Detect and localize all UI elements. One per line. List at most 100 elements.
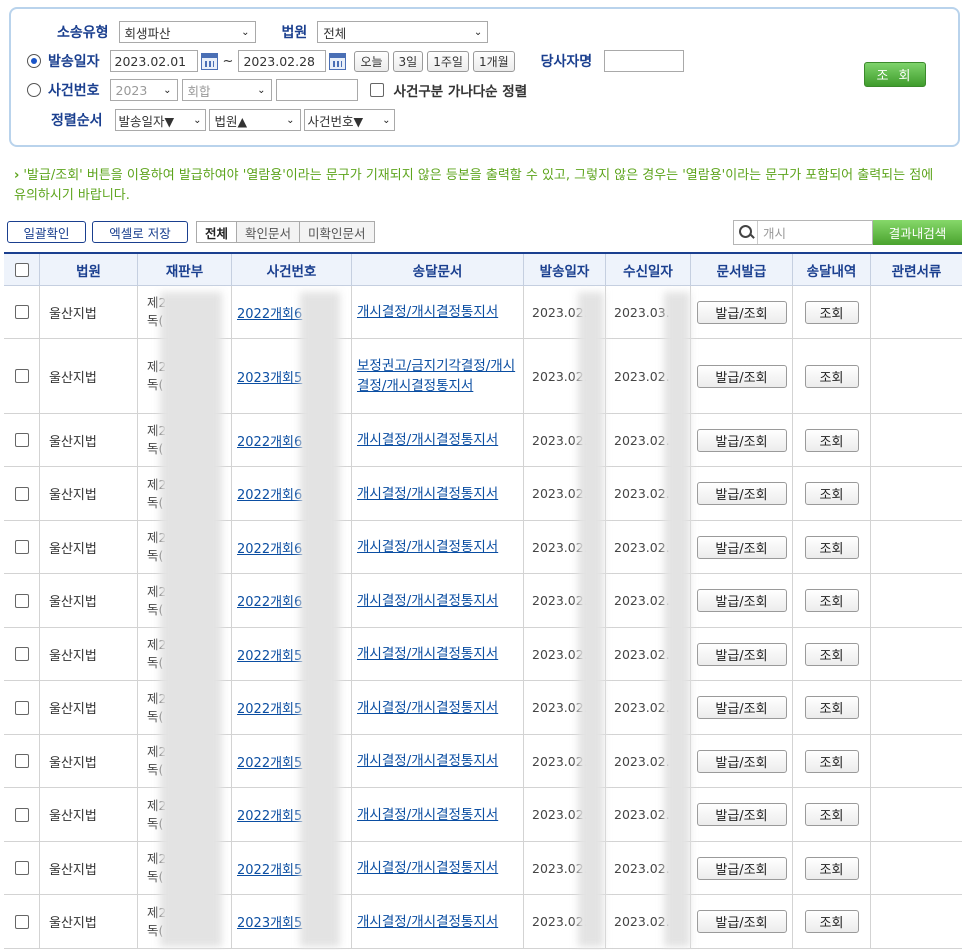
row-checkbox[interactable] <box>14 369 29 383</box>
case-number-link[interactable]: 2023개회5 <box>237 912 303 931</box>
document-link[interactable]: 개시결정/개시결정통지서 <box>357 912 498 932</box>
issue-view-button[interactable]: 발급/조회 <box>696 749 787 773</box>
document-link[interactable]: 개시결정/개시결정통지서 <box>357 537 498 557</box>
issue-view-button[interactable]: 발급/조회 <box>696 300 787 324</box>
document-link[interactable]: 보정권고/금지기각결정/개시결정/개시결정통지서 <box>357 356 523 396</box>
issue-view-button[interactable]: 발급/조회 <box>696 910 787 933</box>
calendar-icon[interactable] <box>329 52 347 70</box>
result-search-button[interactable]: 결과내검색 <box>873 220 962 245</box>
excel-save-button[interactable]: 엑셀로 저장 <box>92 221 188 243</box>
case-sort-checkbox[interactable] <box>369 83 384 97</box>
issue-view-button[interactable]: 발급/조회 <box>696 856 787 880</box>
case-number-link[interactable]: 2022개회5 <box>237 645 303 664</box>
row-checkbox[interactable] <box>14 593 29 608</box>
delivery-view-button[interactable]: 조회 <box>804 856 859 880</box>
issue-view-button[interactable]: 발급/조회 <box>696 696 787 719</box>
delivery-view-button[interactable]: 조회 <box>804 696 859 719</box>
delivery-view-button[interactable]: 조회 <box>804 589 859 612</box>
bulk-confirm-button[interactable]: 일괄확인 <box>7 221 86 243</box>
case-number-link[interactable]: 2022개회5 <box>237 859 303 878</box>
select-all-checkbox[interactable] <box>14 262 29 277</box>
range-1week-button[interactable]: 1주일 <box>427 50 469 72</box>
case-number-input[interactable] <box>275 79 358 101</box>
case-year-select[interactable]: 2023 ⌄ <box>109 79 178 101</box>
issue-view-button[interactable]: 발급/조회 <box>696 642 787 666</box>
sort-court-select[interactable]: 법원▲ ⌄ <box>208 109 301 131</box>
range-3days-button[interactable]: 3일 <box>392 50 424 72</box>
tab-confirmed[interactable]: 확인문서 <box>236 222 300 242</box>
case-number-link[interactable]: 2022개회5 <box>237 698 303 717</box>
delivery-view-button[interactable]: 조회 <box>804 749 859 773</box>
case-number-link[interactable]: 2022개회5 <box>237 752 303 771</box>
case-number-link[interactable]: 2022개회6 <box>237 538 303 557</box>
search-icon[interactable] <box>734 221 758 244</box>
delivery-view-button[interactable]: 조회 <box>804 482 859 505</box>
related-cell <box>871 414 962 466</box>
tab-unconfirmed[interactable]: 미확인문서 <box>299 222 374 242</box>
date-to-input[interactable]: 2023.02.28 <box>238 50 327 72</box>
search-button[interactable]: 조 회 <box>864 62 926 87</box>
delivery-view-button[interactable]: 조회 <box>804 910 859 933</box>
court-cell: 울산지법 <box>40 895 138 948</box>
case-number-link[interactable]: 2022개회6 <box>237 484 303 503</box>
case-number-link[interactable]: 2022개회6 <box>237 591 303 610</box>
case-number-link[interactable]: 2022개회6 <box>237 303 303 322</box>
send-date-radio[interactable] <box>27 54 41 68</box>
party-input[interactable] <box>604 50 685 72</box>
row-checkbox[interactable] <box>14 305 29 319</box>
document-link[interactable]: 개시결정/개시결정통지서 <box>357 751 498 771</box>
sort-date-select[interactable]: 발송일자▼ ⌄ <box>114 109 206 131</box>
row-checkbox[interactable] <box>14 700 29 715</box>
row-checkbox[interactable] <box>14 486 29 501</box>
recv-date: 2023.02. <box>614 432 670 448</box>
case-type-select[interactable]: 회합 ⌄ <box>181 79 272 101</box>
related-cell <box>871 467 962 520</box>
issue-view-button[interactable]: 발급/조회 <box>696 535 787 559</box>
delivery-view-button[interactable]: 조회 <box>804 364 859 388</box>
issue-view-button[interactable]: 발급/조회 <box>696 428 787 452</box>
case-number-link[interactable]: 2022개회5 <box>237 805 303 824</box>
result-search-field[interactable]: 개시 <box>733 220 873 245</box>
issue-view-button[interactable]: 발급/조회 <box>696 589 787 612</box>
delivery-view-button[interactable]: 조회 <box>804 642 859 666</box>
document-link[interactable]: 개시결정/개시결정통지서 <box>357 302 498 322</box>
court-cell: 울산지법 <box>40 521 138 573</box>
issue-view-button[interactable]: 발급/조회 <box>696 364 787 388</box>
issue-view-button[interactable]: 발급/조회 <box>696 803 787 826</box>
litigation-type-select[interactable]: 회생파산 ⌄ <box>118 21 256 43</box>
table-row: 울산지법 제2 독(2022개회5 개시결정/개시결정통지서 2023.02. 2023.… <box>4 735 962 788</box>
issue-view-button[interactable]: 발급/조회 <box>696 482 787 505</box>
case-no-radio[interactable] <box>27 83 41 97</box>
document-link[interactable]: 개시결정/개시결정통지서 <box>357 698 498 718</box>
document-link[interactable]: 개시결정/개시결정통지서 <box>357 644 498 664</box>
range-today-button[interactable]: 오늘 <box>354 50 389 72</box>
row-checkbox[interactable] <box>14 540 29 554</box>
calendar-icon[interactable] <box>200 52 218 70</box>
case-number-link[interactable]: 2022개회6 <box>237 431 303 450</box>
date-from-input[interactable]: 2023.02.01 <box>109 50 198 72</box>
delivery-view-button[interactable]: 조회 <box>804 428 859 452</box>
delivery-view-button[interactable]: 조회 <box>804 300 859 324</box>
row-checkbox[interactable] <box>14 807 29 822</box>
row-select-cell <box>4 339 40 413</box>
sort-case-select[interactable]: 사건번호▼ ⌄ <box>303 109 395 131</box>
range-1month-button[interactable]: 1개월 <box>472 50 515 72</box>
row-checkbox[interactable] <box>14 647 29 661</box>
row-select-cell <box>4 628 40 680</box>
row-checkbox[interactable] <box>14 433 29 447</box>
delivery-view-button[interactable]: 조회 <box>804 535 859 559</box>
row-checkbox[interactable] <box>14 861 29 875</box>
document-link[interactable]: 개시결정/개시결정통지서 <box>357 591 498 611</box>
result-search-input[interactable]: 개시 <box>758 223 786 242</box>
delivery-cell: 조회 <box>793 628 871 680</box>
court-select[interactable]: 전체 ⌄ <box>317 21 489 43</box>
tab-all[interactable]: 전체 <box>197 222 237 242</box>
document-link[interactable]: 개시결정/개시결정통지서 <box>357 805 498 825</box>
delivery-view-button[interactable]: 조회 <box>804 803 859 826</box>
document-link[interactable]: 개시결정/개시결정통지서 <box>357 484 498 504</box>
document-link[interactable]: 개시결정/개시결정통지서 <box>357 430 498 450</box>
row-checkbox[interactable] <box>14 914 29 929</box>
case-number-link[interactable]: 2023개회5 <box>237 367 303 386</box>
row-checkbox[interactable] <box>14 754 29 768</box>
document-link[interactable]: 개시결정/개시결정통지서 <box>357 858 498 878</box>
